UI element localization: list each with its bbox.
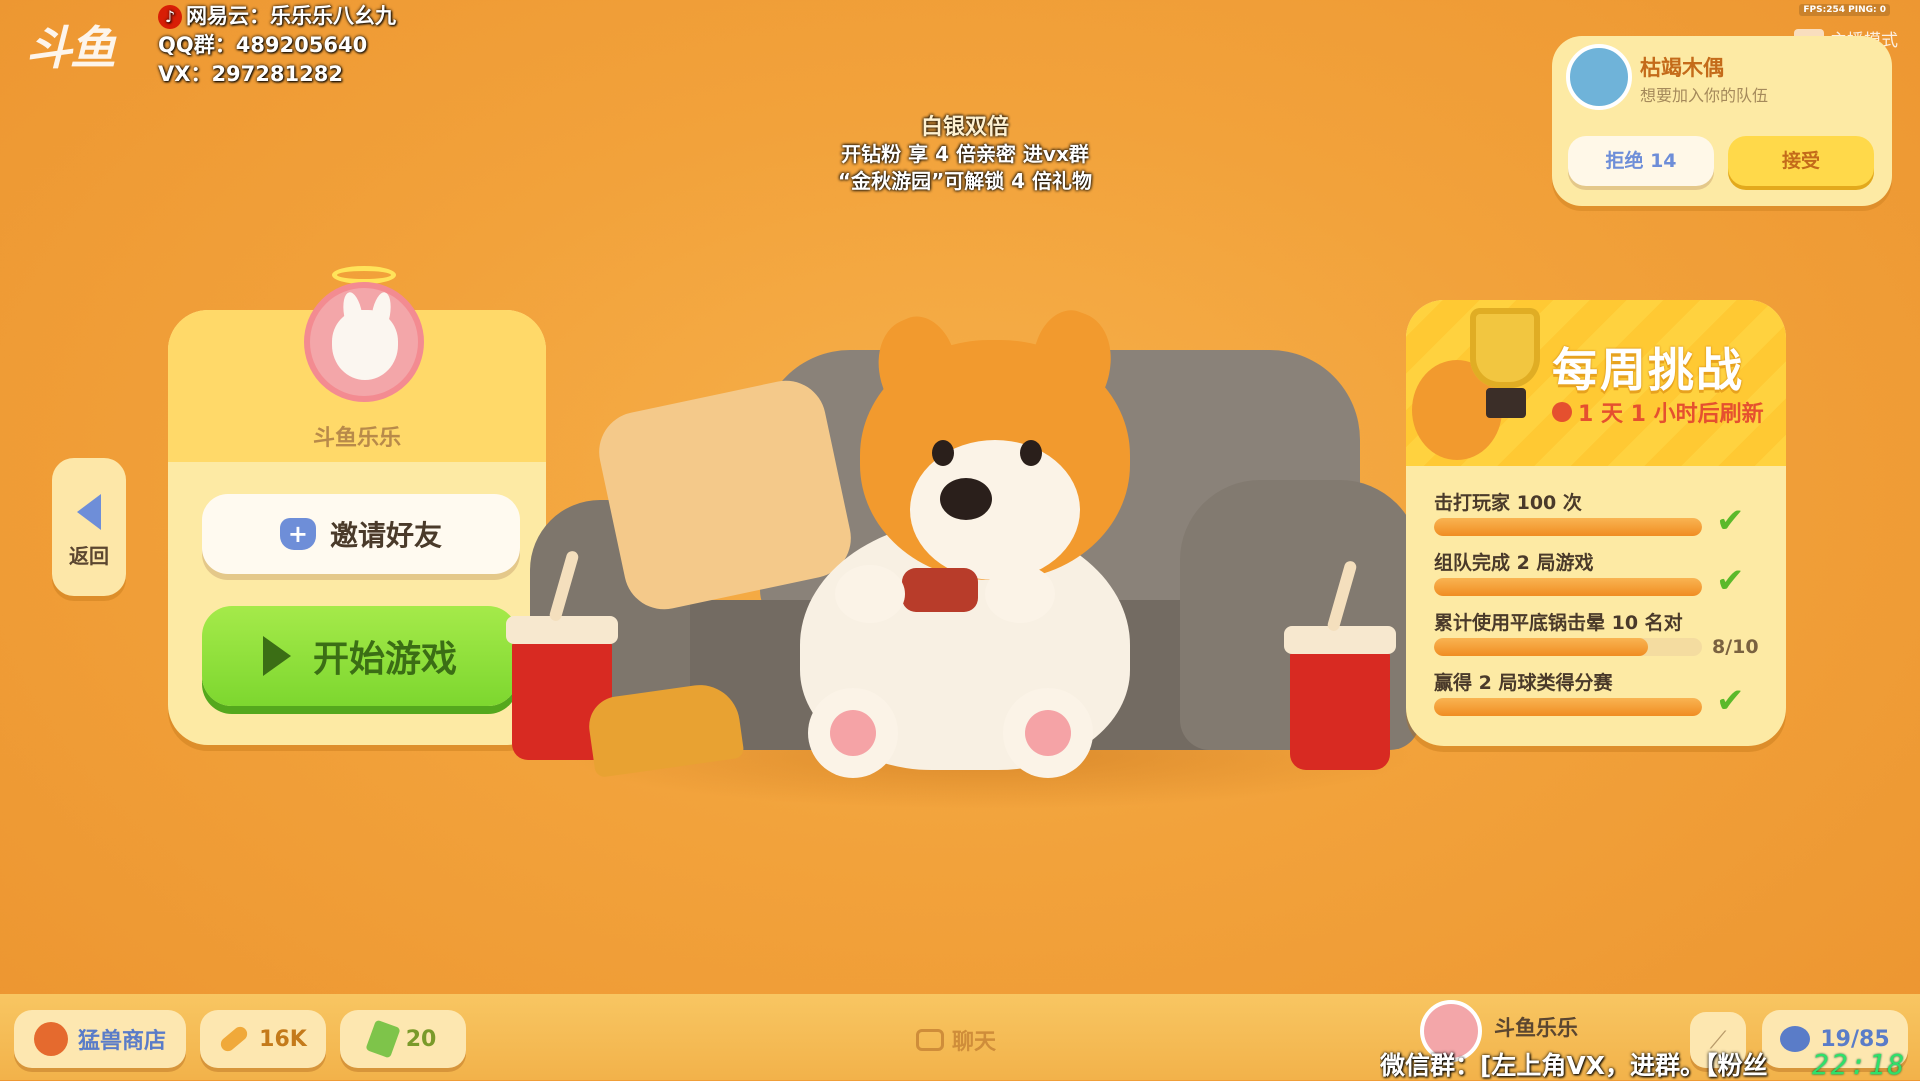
promo-line2: “金秋游园”可解锁 4 倍礼物 bbox=[837, 169, 1093, 193]
profile-avatar[interactable] bbox=[302, 266, 430, 410]
cash-count: 20 bbox=[405, 1026, 437, 1052]
stream-ticker: 微信群：[左上角VX，进群。【粉丝 bbox=[1380, 1051, 1768, 1080]
task-progress-bar bbox=[1434, 698, 1702, 716]
corgi-nose bbox=[940, 478, 992, 520]
netease-music-icon: ♪ bbox=[158, 5, 182, 29]
challenge-title: 每周挑战 bbox=[1552, 343, 1744, 397]
challenge-refresh-text: 1 天 1 小时后刷新 bbox=[1578, 402, 1764, 427]
self-name: 斗鱼乐乐 bbox=[1494, 1016, 1578, 1040]
chat-bubble-icon bbox=[916, 1029, 944, 1051]
check-icon: ✔ bbox=[1716, 681, 1745, 721]
task-name: 赢得 2 局球类得分赛 bbox=[1434, 672, 1613, 694]
check-icon: ✔ bbox=[1716, 501, 1745, 541]
shop-dog-icon bbox=[33, 1022, 68, 1056]
corgi-eye-left bbox=[932, 440, 954, 466]
start-game-button[interactable]: 开始游戏 bbox=[202, 606, 518, 706]
play-icon bbox=[262, 636, 291, 676]
inviter-avatar bbox=[1566, 44, 1632, 110]
task-progress-bar bbox=[1434, 578, 1702, 596]
task-progress-bar bbox=[1434, 638, 1702, 656]
drink-cup-right bbox=[1284, 626, 1396, 770]
corgi-foot-left bbox=[808, 688, 898, 778]
invite-message: 想要加入你的队伍 bbox=[1640, 86, 1769, 105]
start-label: 开始游戏 bbox=[312, 639, 457, 680]
chat-label: 聊天 bbox=[952, 1030, 997, 1055]
challenge-task: 累计使用平底锅击晕 10 名对 8/10 bbox=[1434, 608, 1764, 658]
stream-info: ♪ 网易云：乐乐乐八幺九 QQ群：489205640 VX：297281282 bbox=[158, 2, 396, 89]
trophy-base bbox=[1486, 388, 1526, 418]
stream-info-line3: VX：297281282 bbox=[158, 62, 343, 86]
chevron-left-icon bbox=[77, 494, 101, 530]
invite-friends-button[interactable]: + 邀请好友 bbox=[202, 494, 520, 574]
corgi-paw-left bbox=[835, 565, 905, 623]
check-icon: ✔ bbox=[1716, 561, 1745, 601]
reject-button[interactable]: 拒绝 14 bbox=[1568, 136, 1714, 186]
promo-line0: 白银双倍 bbox=[920, 115, 1009, 140]
douyu-logo: 斗鱼 bbox=[26, 21, 116, 75]
challenge-timer: 1 天 1 小时后刷新 bbox=[1552, 396, 1764, 428]
inviter-name: 枯竭木偶 bbox=[1640, 56, 1724, 80]
challenge-task: 赢得 2 局球类得分赛 ✔ bbox=[1434, 668, 1764, 718]
bone-count: 16K bbox=[259, 1026, 307, 1052]
challenge-task: 组队完成 2 局游戏 ✔ bbox=[1434, 548, 1764, 598]
task-progress-text: 8/10 bbox=[1712, 636, 1759, 658]
bone-icon bbox=[218, 1023, 251, 1055]
invite-label: 邀请好友 bbox=[329, 519, 442, 552]
back-button[interactable]: 返回 bbox=[52, 458, 126, 596]
player-name: 斗鱼乐乐 bbox=[312, 426, 401, 451]
promo-line1: 开钻粉 享 4 倍亲密 进vx群 bbox=[841, 142, 1089, 166]
shop-label: 猛兽商店 bbox=[77, 1029, 166, 1054]
accept-button[interactable]: 接受 bbox=[1728, 136, 1874, 186]
task-name: 击打玩家 100 次 bbox=[1434, 492, 1582, 514]
back-label: 返回 bbox=[69, 544, 109, 568]
task-progress-fill bbox=[1434, 698, 1702, 716]
fps-counter: FPS:254 PING: 0 bbox=[1799, 4, 1890, 16]
beast-shop-button[interactable]: 猛兽商店 bbox=[14, 1010, 186, 1068]
stream-info-line2: QQ群：489205640 bbox=[158, 33, 368, 57]
stream-info-line1: 网易云：乐乐乐八幺九 bbox=[186, 4, 396, 28]
cash-icon bbox=[364, 1019, 401, 1059]
corgi-paw-right bbox=[985, 565, 1055, 623]
stream-clock: 22:18 bbox=[1812, 1048, 1907, 1081]
add-friend-icon: + bbox=[279, 518, 316, 550]
corgi-eye-right bbox=[1020, 440, 1042, 466]
task-progress-fill bbox=[1434, 578, 1702, 596]
promo-text: 白银双倍 开钻粉 享 4 倍亲密 进vx群 “金秋游园”可解锁 4 倍礼物 bbox=[780, 114, 1150, 195]
task-progress-bar bbox=[1434, 518, 1702, 536]
chat-button[interactable]: 聊天 bbox=[916, 1024, 996, 1056]
task-progress-fill bbox=[1434, 518, 1702, 536]
challenge-task: 击打玩家 100 次 ✔ bbox=[1434, 488, 1764, 538]
cash-currency[interactable]: 20 bbox=[340, 1010, 466, 1068]
task-name: 组队完成 2 局游戏 bbox=[1434, 552, 1594, 574]
game-controller bbox=[902, 568, 978, 612]
corgi-foot-right bbox=[1003, 688, 1093, 778]
trophy-icon bbox=[1470, 308, 1540, 388]
task-name: 累计使用平底锅击晕 10 名对 bbox=[1434, 612, 1683, 634]
bunny-avatar bbox=[304, 282, 424, 402]
clock-icon bbox=[1552, 402, 1572, 422]
bone-currency[interactable]: 16K bbox=[200, 1010, 326, 1068]
task-progress-fill bbox=[1434, 638, 1649, 656]
